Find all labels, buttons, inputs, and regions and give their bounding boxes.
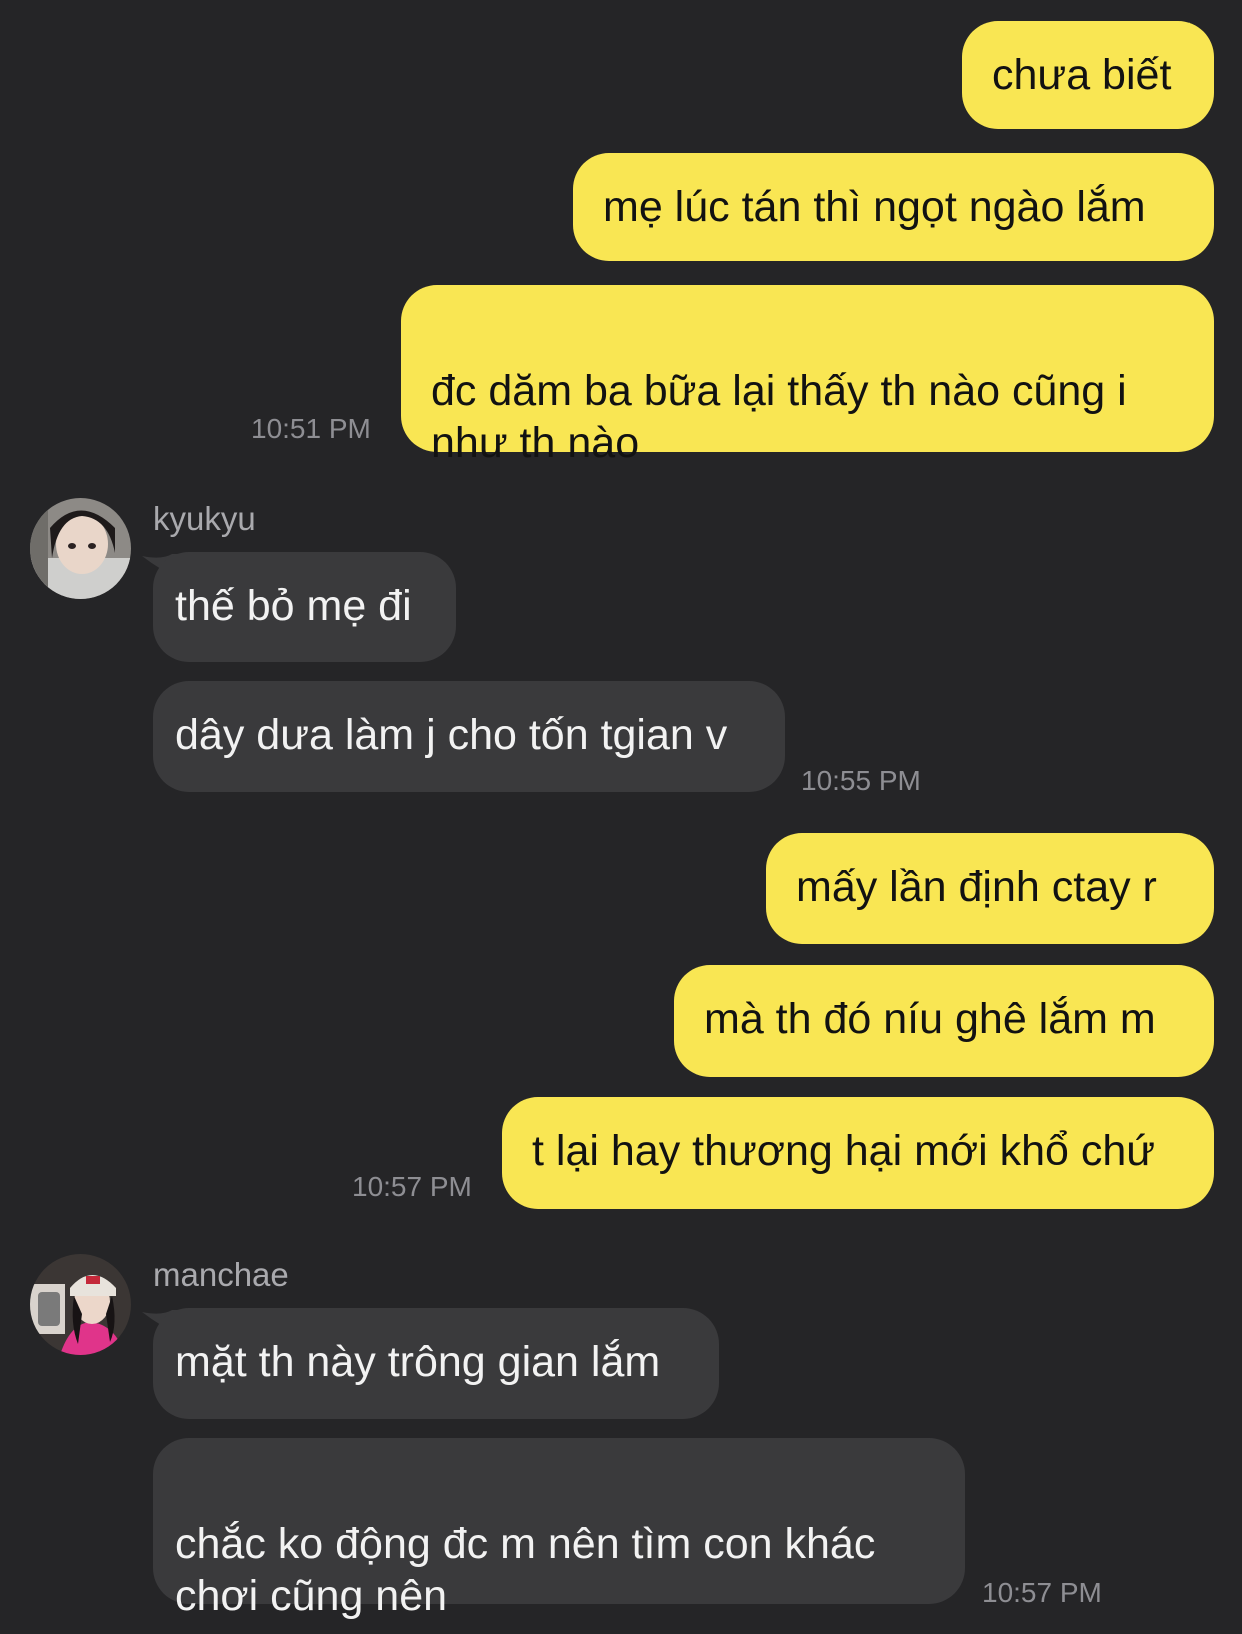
message-bubble[interactable]: dây dưa làm j cho tốn tgian v xyxy=(153,681,785,792)
message-text: mẹ lúc tán thì ngọt ngào lắm xyxy=(603,183,1146,231)
message-timestamp: 10:55 PM xyxy=(801,765,921,796)
message-text: t lại hay thương hại mới khổ chứ xyxy=(532,1127,1156,1175)
message-bubble[interactable]: mẹ lúc tán thì ngọt ngào lắm xyxy=(573,153,1214,261)
avatar-photo xyxy=(30,1254,131,1355)
message-bubble[interactable]: đc dăm ba bữa lại thấy th nào cũng i như… xyxy=(401,285,1214,467)
avatar[interactable] xyxy=(30,498,131,599)
message-text: mặt th này trông gian lắm xyxy=(175,1338,661,1386)
message-bubble[interactable]: mặt th này trông gian lắm xyxy=(153,1308,719,1419)
message-bubble[interactable]: mà th đó níu ghê lắm m xyxy=(674,965,1214,1077)
message-text: mà th đó níu ghê lắm m xyxy=(704,995,1156,1043)
message-bubble[interactable]: t lại hay thương hại mới khổ chứ xyxy=(502,1097,1214,1209)
message-timestamp: 10:51 PM xyxy=(251,413,371,444)
message-bubble[interactable]: thế bỏ mẹ đi xyxy=(153,552,456,662)
message-text: dây dưa làm j cho tốn tgian v xyxy=(175,711,728,759)
avatar-photo xyxy=(30,498,131,599)
message-text: chắc ko động đc m nên tìm con khác chơi … xyxy=(175,1520,876,1620)
message-bubble[interactable]: chắc ko động đc m nên tìm con khác chơi … xyxy=(153,1438,965,1620)
sender-name: manchae xyxy=(153,1256,289,1293)
message-timestamp: 10:57 PM xyxy=(352,1171,472,1202)
message-bubble[interactable]: chưa biết xyxy=(962,21,1214,129)
sender-name: kyukyu xyxy=(153,500,256,537)
message-text: chưa biết xyxy=(992,51,1172,99)
message-text: mấy lần định ctay r xyxy=(796,863,1157,911)
avatar[interactable] xyxy=(30,1254,131,1355)
message-text: thế bỏ mẹ đi xyxy=(175,582,412,630)
message-bubble[interactable]: mấy lần định ctay r xyxy=(766,833,1214,944)
message-text: đc dăm ba bữa lại thấy th nào cũng i như… xyxy=(431,367,1127,467)
message-timestamp: 10:57 PM xyxy=(982,1577,1102,1608)
